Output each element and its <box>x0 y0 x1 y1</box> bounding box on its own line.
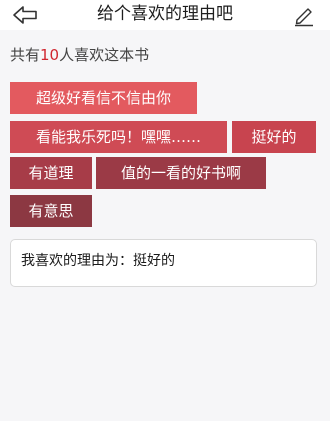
summary-prefix: 共有 <box>10 46 41 64</box>
like-count: 10 <box>40 46 60 64</box>
like-count-summary: 共有10人喜欢这本书 <box>10 44 149 65</box>
top-bar: 给个喜欢的理由吧 <box>0 0 330 30</box>
page-title: 给个喜欢的理由吧 <box>97 4 233 24</box>
reason-tag-6[interactable]: 有意思 <box>10 195 92 227</box>
reason-tag-3[interactable]: 挺好的 <box>232 121 316 153</box>
reason-input[interactable]: 我喜欢的理由为：挺好的 <box>10 239 317 287</box>
pencil-edit-icon[interactable] <box>292 3 316 27</box>
summary-suffix: 人喜欢这本书 <box>59 46 150 64</box>
reason-tag-1[interactable]: 超级好看信不信由你 <box>10 82 197 114</box>
reason-tag-2[interactable]: 看能我乐死吗！嘿嘿…… <box>10 121 227 153</box>
reason-tag-5[interactable]: 值的一看的好书啊 <box>96 157 266 189</box>
reason-tag-4[interactable]: 有道理 <box>10 157 92 189</box>
